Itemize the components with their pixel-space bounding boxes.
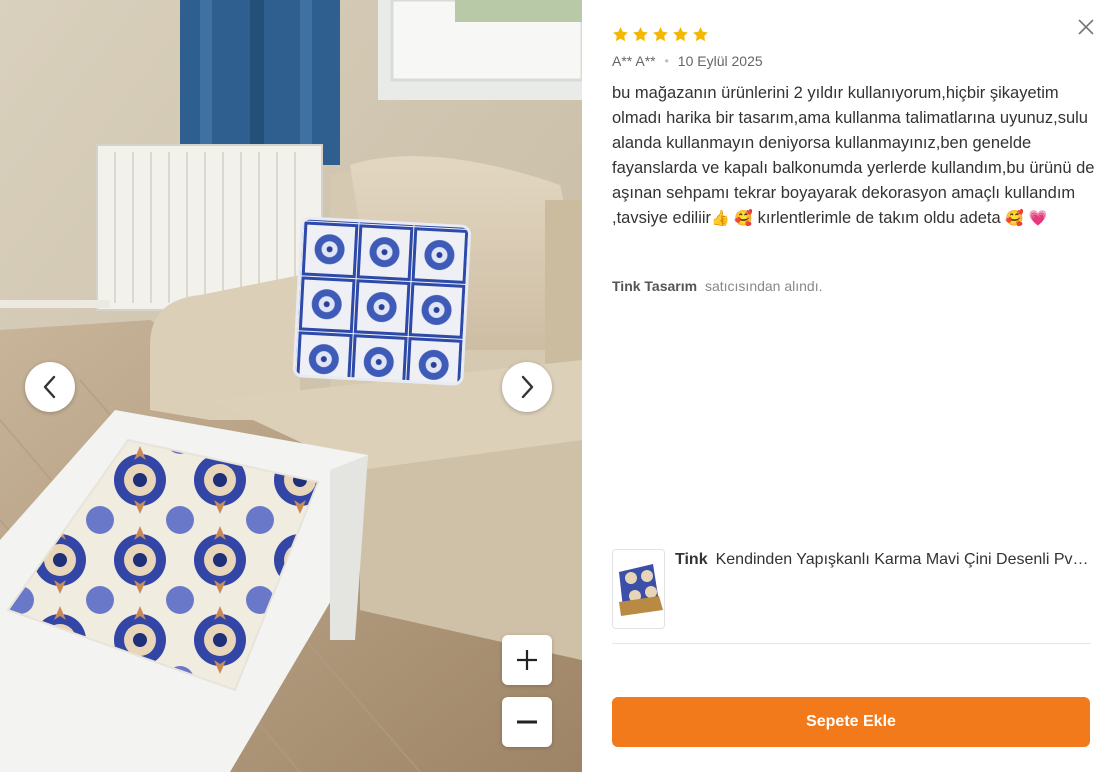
review-comment-text: bu mağazanın ürünlerini 2 yıldır kullanı…: [612, 84, 1095, 227]
add-to-cart-button[interactable]: Sepete Ekle: [612, 697, 1090, 747]
review-date: 10 Eylül 2025: [677, 53, 763, 69]
product-image: [613, 550, 664, 628]
star-icon: [673, 27, 688, 42]
star-icon: [633, 27, 648, 42]
chevron-left-icon: [43, 375, 56, 399]
star-icon: [693, 27, 708, 42]
review-author: A** A**: [612, 53, 656, 69]
product-title-link[interactable]: Tink Kendinden Yapışkanlı Karma Mavi Çini…: [675, 551, 1091, 569]
smiling-hearts-emoji: 🥰: [734, 210, 754, 227]
star-icon: [613, 27, 628, 42]
rating-stars: [612, 26, 709, 43]
review-photo-image: [0, 0, 582, 772]
product-card[interactable]: Tink Kendinden Yapışkanlı Karma Mavi Çini…: [612, 548, 1091, 644]
review-photo: [0, 0, 582, 772]
zoom-out-button[interactable]: [502, 697, 552, 747]
meta-separator: •: [664, 54, 669, 68]
review-detail-panel: A** A** • 10 Eylül 2025 bu mağazanın ürü…: [582, 0, 1111, 772]
seller-suffix: satıcısından alındı.: [704, 278, 823, 294]
review-comment-tail: kırlentlerimle de takım oldu adeta: [757, 209, 1001, 227]
smiling-hearts-emoji-end: 🥰: [1005, 210, 1024, 227]
review-comment: bu mağazanın ürünlerini 2 yıldır kullanı…: [612, 81, 1098, 231]
seller-info: Tink Tasarım satıcısından alındı.: [612, 278, 823, 294]
close-button[interactable]: [1077, 18, 1095, 36]
seller-name[interactable]: Tink Tasarım: [612, 278, 697, 294]
thumbs-up-emoji: 👍: [711, 210, 730, 227]
pink-heart-emoji: 💗: [1028, 210, 1048, 227]
review-meta: A** A** • 10 Eylül 2025: [612, 53, 763, 69]
zoom-in-button[interactable]: [502, 635, 552, 685]
product-title: Kendinden Yapışkanlı Karma Mavi Çini Des…: [715, 551, 1091, 568]
previous-photo-button[interactable]: [25, 362, 75, 412]
star-icon: [653, 27, 668, 42]
close-icon: [1078, 19, 1094, 35]
product-thumbnail[interactable]: [612, 549, 665, 629]
product-brand: Tink: [675, 551, 708, 568]
plus-icon: [517, 650, 537, 670]
chevron-right-icon: [521, 375, 534, 399]
next-photo-button[interactable]: [502, 362, 552, 412]
minus-icon: [517, 720, 537, 724]
